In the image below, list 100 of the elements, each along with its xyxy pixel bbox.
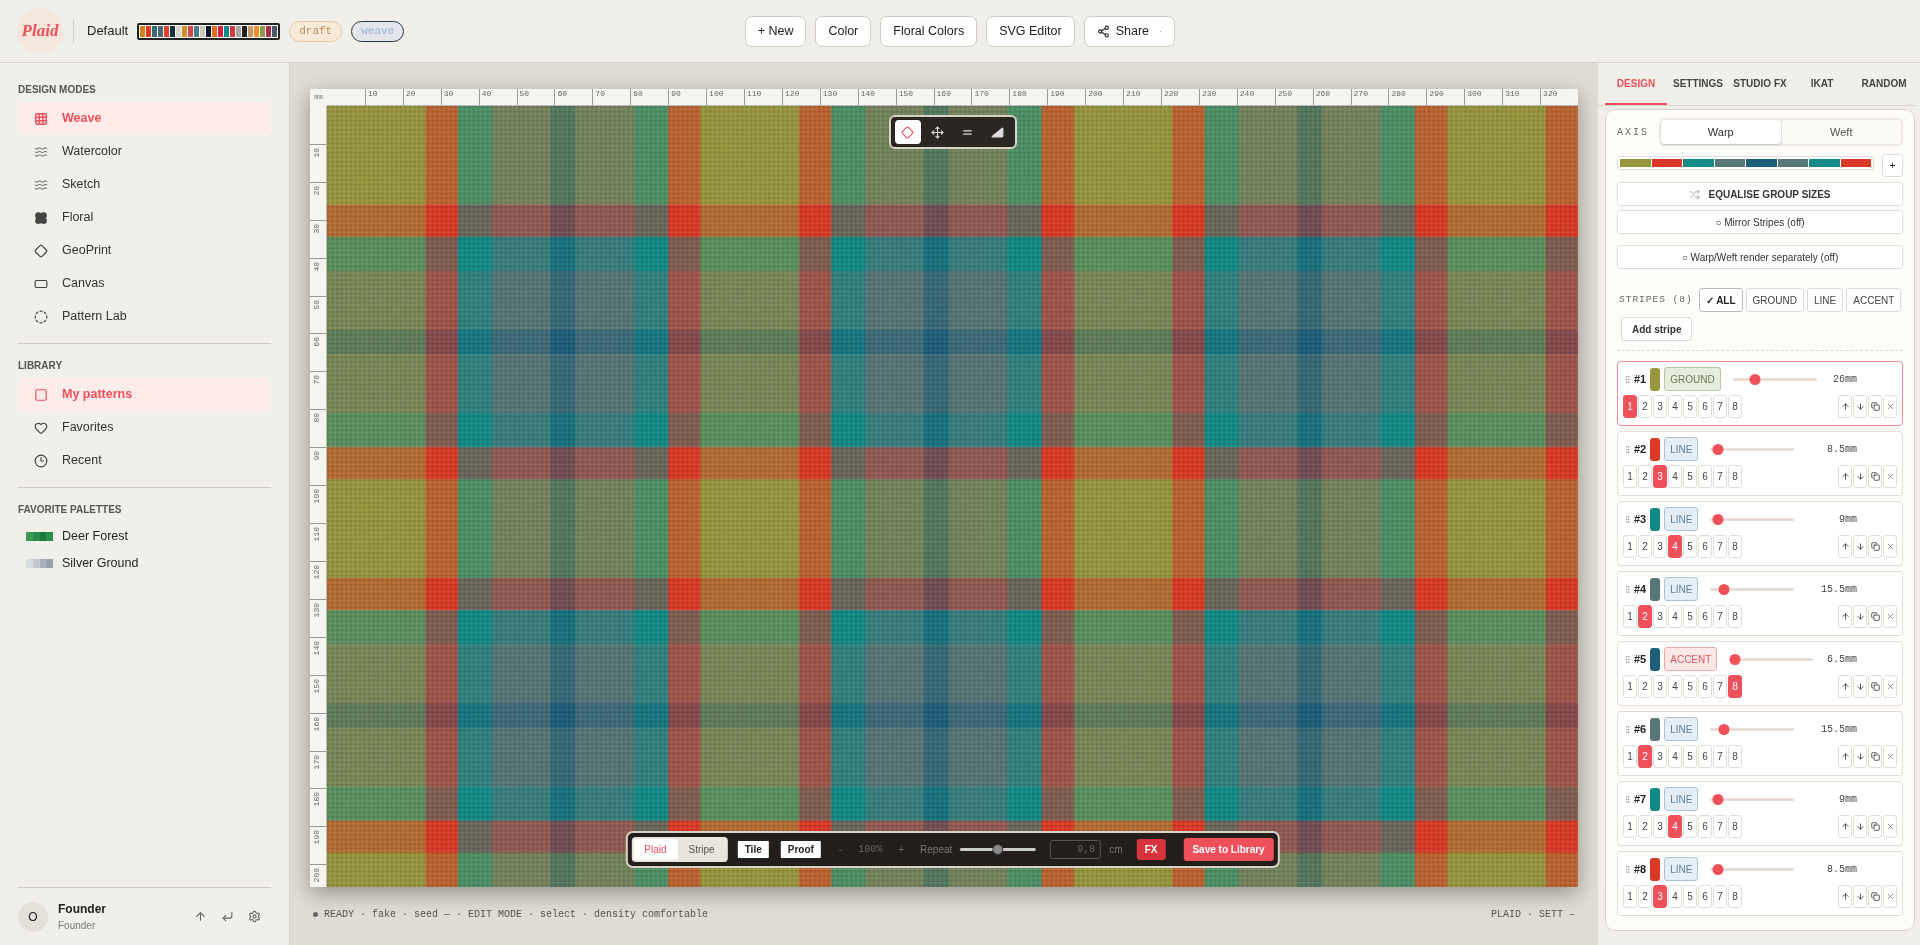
separate-render-toggle[interactable]: ○ Warp/Weft render separately (off) bbox=[1617, 245, 1903, 269]
width-slider[interactable] bbox=[1732, 373, 1817, 385]
group-button[interactable]: 1 bbox=[1623, 395, 1637, 418]
stripe-type-tag[interactable]: LINE bbox=[1664, 437, 1699, 461]
move-up-button[interactable] bbox=[1838, 605, 1852, 628]
palette-strip[interactable] bbox=[137, 22, 281, 40]
sidebar-item[interactable]: Watercolor bbox=[18, 135, 271, 168]
sidebar-item[interactable]: Pattern Lab bbox=[18, 300, 271, 333]
mirror-toggle[interactable]: ○ Mirror Stripes (off) bbox=[1617, 210, 1903, 234]
group-button[interactable]: 5 bbox=[1683, 465, 1697, 488]
group-button[interactable]: 6 bbox=[1698, 815, 1712, 838]
upload-icon[interactable] bbox=[194, 910, 207, 923]
group-button[interactable]: 7 bbox=[1713, 815, 1727, 838]
group-button[interactable]: 4 bbox=[1668, 395, 1682, 418]
group-button[interactable]: 6 bbox=[1698, 535, 1712, 558]
group-button[interactable]: 8 bbox=[1728, 815, 1742, 838]
duplicate-button[interactable] bbox=[1868, 465, 1882, 488]
group-button[interactable]: 8 bbox=[1728, 535, 1742, 558]
group-button[interactable]: 4 bbox=[1668, 815, 1682, 838]
group-button[interactable]: 5 bbox=[1683, 535, 1697, 558]
move-up-button[interactable] bbox=[1838, 745, 1852, 768]
group-button[interactable]: 1 bbox=[1623, 815, 1637, 838]
palette-item[interactable]: Silver Ground bbox=[18, 550, 271, 577]
toolbar-button[interactable]: Color bbox=[815, 15, 872, 47]
equalise-button[interactable]: EQUALISE GROUP SIZES bbox=[1617, 182, 1903, 206]
group-button[interactable]: 2 bbox=[1638, 535, 1652, 558]
stripe-card[interactable]: #2 LINE 8.5mm 1 2 3 4 5 6 7 8 bbox=[1617, 431, 1903, 496]
stripe-swatch[interactable] bbox=[1650, 647, 1661, 671]
stripe-type-tag[interactable]: LINE bbox=[1664, 507, 1699, 531]
stripe-swatch[interactable] bbox=[1650, 717, 1661, 741]
move-down-button[interactable] bbox=[1853, 815, 1867, 838]
duplicate-button[interactable] bbox=[1868, 605, 1882, 628]
filter-button[interactable]: LINE bbox=[1807, 288, 1844, 312]
group-button[interactable]: 3 bbox=[1653, 815, 1667, 838]
toolbar-button[interactable]: Floral Colors bbox=[880, 15, 978, 47]
group-button[interactable]: 2 bbox=[1638, 745, 1652, 768]
group-button[interactable]: 6 bbox=[1698, 395, 1712, 418]
stripe-type-tag[interactable]: LINE bbox=[1664, 787, 1699, 811]
sidebar-item[interactable]: Recent bbox=[18, 444, 271, 477]
width-slider[interactable] bbox=[1710, 583, 1795, 595]
width-slider[interactable] bbox=[1710, 443, 1795, 455]
fx-button[interactable]: FX bbox=[1136, 839, 1166, 860]
width-slider[interactable] bbox=[1710, 513, 1795, 525]
drag-handle-icon[interactable] bbox=[1623, 374, 1632, 384]
stripe-card[interactable]: #1 GROUND 26mm 1 2 3 4 5 6 7 8 bbox=[1617, 361, 1903, 426]
stripe-swatch[interactable] bbox=[1650, 787, 1661, 811]
group-button[interactable]: 7 bbox=[1713, 605, 1727, 628]
group-button[interactable]: 7 bbox=[1713, 675, 1727, 698]
move-down-button[interactable] bbox=[1853, 465, 1867, 488]
group-button[interactable]: 4 bbox=[1668, 465, 1682, 488]
filter-button[interactable]: ACCENT bbox=[1846, 288, 1902, 312]
move-down-button[interactable] bbox=[1853, 885, 1867, 908]
width-slider[interactable] bbox=[1710, 723, 1795, 735]
stripe-card[interactable]: #3 LINE 9mm 1 2 3 4 5 6 7 8 bbox=[1617, 501, 1903, 566]
group-button[interactable]: 4 bbox=[1668, 675, 1682, 698]
group-button[interactable]: 4 bbox=[1668, 885, 1682, 908]
stripe-type-tag[interactable]: GROUND bbox=[1664, 367, 1721, 391]
group-button[interactable]: 5 bbox=[1683, 605, 1697, 628]
stripe-card[interactable]: #7 LINE 9mm 1 2 3 4 5 6 7 8 bbox=[1617, 781, 1903, 846]
stripe-card[interactable]: #4 LINE 15.5mm 1 2 3 4 5 6 7 8 bbox=[1617, 571, 1903, 636]
duplicate-button[interactable] bbox=[1868, 815, 1882, 838]
group-button[interactable]: 7 bbox=[1713, 465, 1727, 488]
proof-button[interactable]: Proof bbox=[778, 839, 823, 860]
group-button[interactable]: 1 bbox=[1623, 675, 1637, 698]
group-button[interactable]: 5 bbox=[1683, 885, 1697, 908]
panel-tab[interactable]: IKAT bbox=[1791, 63, 1853, 105]
stripe-card[interactable]: #6 LINE 15.5mm 1 2 3 4 5 6 7 8 bbox=[1617, 711, 1903, 776]
group-button[interactable]: 8 bbox=[1728, 885, 1742, 908]
group-button[interactable]: 5 bbox=[1683, 395, 1697, 418]
axis-option[interactable]: Warp bbox=[1661, 120, 1781, 144]
move-down-button[interactable] bbox=[1853, 535, 1867, 558]
group-button[interactable]: 3 bbox=[1653, 605, 1667, 628]
group-button[interactable]: 3 bbox=[1653, 535, 1667, 558]
sidebar-item[interactable]: Favorites bbox=[18, 411, 271, 444]
width-slider[interactable] bbox=[1710, 863, 1795, 875]
width-slider[interactable] bbox=[1710, 793, 1795, 805]
delete-button[interactable] bbox=[1883, 605, 1897, 628]
move-down-button[interactable] bbox=[1853, 675, 1867, 698]
stripe-type-tag[interactable]: LINE bbox=[1664, 717, 1699, 741]
stripe-card[interactable]: #5 ACCENT 6.5mm 1 2 3 4 5 6 7 8 bbox=[1617, 641, 1903, 706]
diamond-tool-button[interactable] bbox=[894, 120, 921, 144]
filter-button[interactable]: GROUND bbox=[1745, 288, 1805, 312]
add-color-button[interactable]: + bbox=[1882, 154, 1903, 177]
delete-button[interactable] bbox=[1883, 395, 1897, 418]
drag-handle-icon[interactable] bbox=[1623, 794, 1632, 804]
panel-tab[interactable]: RANDOM bbox=[1853, 63, 1915, 105]
group-button[interactable]: 8 bbox=[1728, 465, 1742, 488]
group-button[interactable]: 8 bbox=[1728, 605, 1742, 628]
panel-tab[interactable]: SETTINGS bbox=[1667, 63, 1729, 105]
stripe-swatch[interactable] bbox=[1650, 577, 1661, 601]
stripe-type-tag[interactable]: LINE bbox=[1664, 577, 1699, 601]
palette-item[interactable]: Deer Forest bbox=[18, 523, 271, 550]
group-button[interactable]: 2 bbox=[1638, 605, 1652, 628]
share-button[interactable]: Share · bbox=[1083, 15, 1176, 47]
repeat-slider[interactable] bbox=[960, 843, 1037, 856]
sidebar-item[interactable]: Sketch bbox=[18, 168, 271, 201]
filter-button[interactable]: ✓ ALL bbox=[1698, 288, 1743, 312]
group-button[interactable]: 7 bbox=[1713, 535, 1727, 558]
group-button[interactable]: 8 bbox=[1728, 745, 1742, 768]
group-button[interactable]: 4 bbox=[1668, 745, 1682, 768]
